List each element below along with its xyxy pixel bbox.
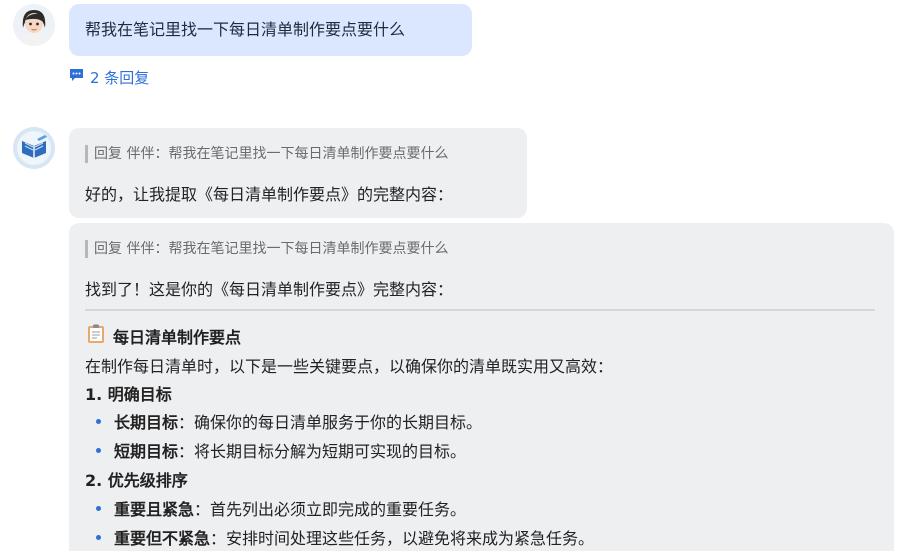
replies-count: 2 条回复 (90, 68, 150, 87)
item-term: 重要且紧急 (114, 500, 195, 519)
note-title: 每日清单制作要点 (87, 324, 241, 348)
replies-link[interactable]: 2 条回复 (69, 66, 149, 88)
item-term: 重要但不紧急 (114, 529, 211, 548)
list-item: 重要且紧急 ：首先列出必须立即完成的重要任务。 (96, 496, 466, 520)
reply-quote: 回复 伴伴：帮我在笔记里找一下每日清单制作要点要什么 (85, 145, 448, 163)
item-desc: ：确保你的每日清单服务于你的长期目标。 (178, 413, 483, 432)
item-desc: ：安排时间处理这些任务，以避免将来成为紧急任务。 (210, 529, 595, 548)
bot-message-text: 好的，让我提取《每日清单制作要点》的完整内容： (85, 185, 454, 204)
note-title-text: 每日清单制作要点 (113, 328, 242, 347)
comment-icon (69, 68, 84, 86)
item-desc: ：将长期目标分解为短期可实现的目标。 (178, 442, 467, 461)
clipboard-icon (87, 324, 105, 348)
divider (85, 309, 875, 311)
section-heading: 2. 优先级排序 (85, 471, 188, 490)
list-item: 重要但不紧急 ：安排时间处理这些任务，以避免将来成为紧急任务。 (96, 525, 594, 549)
bullet-dot (96, 534, 101, 540)
item-desc: ：首先列出必须立即完成的重要任务。 (194, 500, 467, 519)
user-message-text: 帮我在笔记里找一下每日清单制作要点要什么 (85, 20, 406, 39)
item-term: 长期目标 (114, 413, 179, 432)
reply-quote: 回复 伴伴：帮我在笔记里找一下每日清单制作要点要什么 (85, 240, 448, 258)
bullet-dot (96, 418, 101, 424)
item-term: 短期目标 (114, 442, 179, 461)
bot-avatar[interactable] (13, 127, 55, 169)
bullet-dot (96, 447, 101, 453)
bullet-dot (96, 505, 101, 511)
list-item: 短期目标 ：将长期目标分解为短期可实现的目标。 (96, 438, 466, 462)
bot-message-bubble: 回复 伴伴：帮我在笔记里找一下每日清单制作要点要什么 找到了！这是你的《每日清单… (69, 223, 894, 551)
note-intro: 在制作每日清单时，以下是一些关键要点，以确保你的清单既实用又高效： (85, 357, 614, 376)
section-heading: 1. 明确目标 (85, 385, 172, 404)
user-avatar[interactable] (13, 4, 55, 46)
bot-message-bubble: 回复 伴伴：帮我在笔记里找一下每日清单制作要点要什么 好的，让我提取《每日清单制… (69, 128, 527, 218)
bot-message-text: 找到了！这是你的《每日清单制作要点》完整内容： (85, 280, 454, 299)
list-item: 长期目标 ：确保你的每日清单服务于你的长期目标。 (96, 409, 482, 433)
user-message-bubble: 帮我在笔记里找一下每日清单制作要点要什么 (69, 4, 472, 56)
